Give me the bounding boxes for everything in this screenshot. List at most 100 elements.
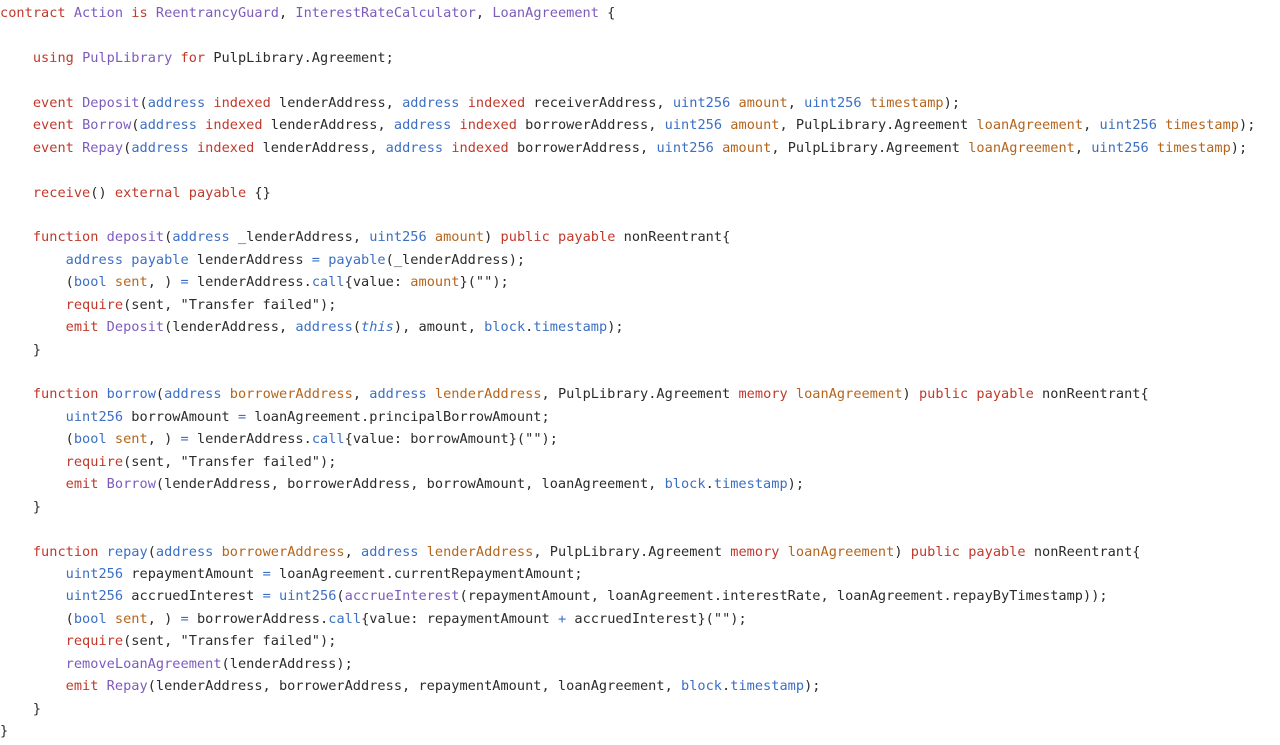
code-line[interactable]: require(sent, "Transfer failed"); <box>0 630 1280 652</box>
code-line[interactable]: removeLoanAgreement(lenderAddress); <box>0 653 1280 675</box>
code-line[interactable]: event Deposit(address indexed lenderAddr… <box>0 92 1280 114</box>
code-viewer[interactable]: contract Action is ReentrancyGuard, Inte… <box>0 0 1280 745</box>
code-token-param: loanAgreement <box>787 543 895 560</box>
code-line[interactable]: (bool sent, ) = lenderAddress.call{value… <box>0 271 1280 293</box>
code-token-class: ReentrancyGuard <box>155 5 279 21</box>
code-line[interactable]: uint256 repaymentAmount = loanAgreement.… <box>0 563 1280 585</box>
code-token-kw: contract <box>0 5 74 21</box>
code-token-class: Borrow <box>82 117 132 134</box>
code-lines-container: contract Action is ReentrancyGuard, Inte… <box>0 0 1280 742</box>
code-line[interactable]: require(sent, "Transfer failed"); <box>0 451 1280 473</box>
code-token-str: "Transfer failed" <box>180 296 320 313</box>
code-token-type: address <box>65 251 132 268</box>
code-token-plain: ( <box>352 319 362 336</box>
code-token-plain: {value: <box>344 274 411 291</box>
code-token-op: = <box>311 251 329 268</box>
code-token-plain: (sent, <box>123 633 181 650</box>
code-token-plain: , <box>787 94 805 111</box>
code-line[interactable] <box>0 518 1280 540</box>
code-line[interactable]: address payable lenderAddress = payable(… <box>0 249 1280 271</box>
code-token-kw: event <box>32 117 83 134</box>
code-line[interactable]: } <box>0 496 1280 518</box>
code-token-class: Repay <box>82 139 124 156</box>
code-line[interactable] <box>0 159 1280 181</box>
code-token-kw: indexed <box>213 94 279 111</box>
code-token-op: = <box>180 610 197 627</box>
code-token-kw: event <box>32 94 83 111</box>
code-line[interactable] <box>0 204 1280 226</box>
code-token-param: amount <box>434 229 485 246</box>
code-token-param: amount <box>730 117 780 134</box>
code-line[interactable]: (bool sent, ) = borrowerAddress.call{val… <box>0 608 1280 630</box>
code-line[interactable]: uint256 accruedInterest = uint256(accrue… <box>0 585 1280 607</box>
code-line[interactable]: emit Deposit(lenderAddress, address(this… <box>0 316 1280 338</box>
code-line[interactable]: } <box>0 698 1280 720</box>
code-token-type: timestamp <box>713 476 788 493</box>
code-token-plain: borrowerAddress <box>525 117 649 134</box>
code-line[interactable]: function repay(address borrowerAddress, … <box>0 541 1280 563</box>
code-token-kw: emit <box>65 476 107 493</box>
code-token-plain: , <box>369 139 386 156</box>
code-line[interactable]: emit Repay(lenderAddress, borrowerAddres… <box>0 675 1280 697</box>
code-token-plain: , PulpLibrary.Agreement <box>779 117 977 134</box>
code-token-plain: lenderAddress <box>196 251 312 268</box>
code-token-plain: ); <box>1230 139 1248 156</box>
code-token-type: call <box>328 610 362 627</box>
code-token-class: LoanAgreement <box>492 5 599 21</box>
code-token-plain: repaymentAmount <box>131 565 263 582</box>
code-token-class: accrueInterest <box>344 588 460 605</box>
code-token-kw: public <box>918 386 977 403</box>
code-line[interactable]: contract Action is ReentrancyGuard, Inte… <box>0 2 1280 24</box>
code-line[interactable]: function borrow(address borrowerAddress,… <box>0 383 1280 405</box>
code-token-plain: , <box>278 5 296 21</box>
code-token-plain: (lenderAddress, borrowerAddress, borrowA… <box>155 476 665 493</box>
code-line[interactable]: } <box>0 339 1280 361</box>
code-token-param: borrowerAddress <box>229 386 353 403</box>
code-token-op: = <box>262 588 279 605</box>
code-line[interactable]: using PulpLibrary for PulpLibrary.Agreem… <box>0 47 1280 69</box>
code-line[interactable]: require(sent, "Transfer failed"); <box>0 294 1280 316</box>
code-token-op: = <box>180 431 197 448</box>
code-token-plain: PulpLibrary.Agreement; <box>213 49 394 66</box>
code-line[interactable]: (bool sent, ) = lenderAddress.call{value… <box>0 428 1280 450</box>
code-token-plain: lenderAddress <box>270 117 378 134</box>
code-token-class: Repay <box>106 678 148 695</box>
code-token-plain: . <box>705 476 714 493</box>
code-line[interactable] <box>0 69 1280 91</box>
code-line[interactable]: receive() external payable {} <box>0 182 1280 204</box>
code-token-plain: lenderAddress. <box>196 431 312 448</box>
code-token-kw: memory <box>730 543 788 560</box>
code-line[interactable]: event Repay(address indexed lenderAddres… <box>0 137 1280 159</box>
code-line[interactable]: function deposit(address _lenderAddress,… <box>0 226 1280 248</box>
code-token-plain: _lenderAddress <box>237 229 353 246</box>
code-token-type: uint256 <box>65 588 132 605</box>
code-line[interactable]: } <box>0 720 1280 742</box>
code-line[interactable] <box>0 361 1280 383</box>
code-token-plain: , ) <box>147 431 181 448</box>
code-token-type: timestamp <box>730 678 805 695</box>
code-token-plain: , <box>1083 117 1100 134</box>
code-token-kw: function <box>32 386 107 403</box>
code-token-kw: payable <box>968 543 1034 560</box>
code-line[interactable]: event Borrow(address indexed lenderAddre… <box>0 114 1280 136</box>
code-token-plain: ) <box>902 386 919 403</box>
code-token-plain: borrowerAddress. <box>196 610 329 627</box>
code-token-plain: , <box>377 117 394 134</box>
code-token-plain: ); <box>804 678 821 695</box>
code-token-type: payable <box>131 251 197 268</box>
code-line[interactable] <box>0 24 1280 46</box>
code-line[interactable]: uint256 borrowAmount = loanAgreement.pri… <box>0 406 1280 428</box>
code-token-kw: function <box>32 229 107 246</box>
code-token-plain: { <box>598 5 616 21</box>
code-token-plain: borrowAmount <box>131 408 238 425</box>
code-token-type: address <box>385 139 452 156</box>
code-token-class: InterestRateCalculator <box>295 5 476 21</box>
code-token-param: amount <box>410 274 460 291</box>
code-line[interactable]: emit Borrow(lenderAddress, borrowerAddre… <box>0 473 1280 495</box>
